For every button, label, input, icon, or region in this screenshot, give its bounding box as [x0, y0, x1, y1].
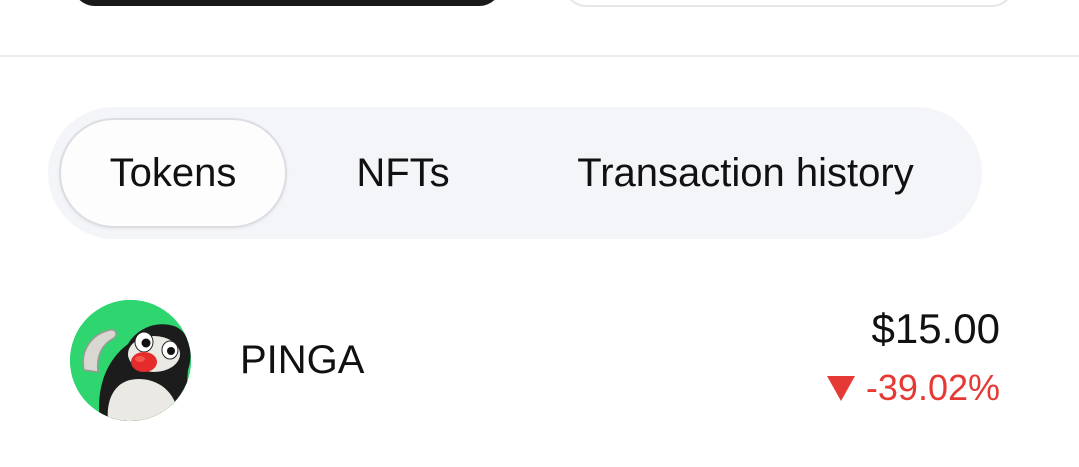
token-name: PINGA [240, 338, 365, 382]
penguin-icon [70, 300, 191, 421]
token-avatar [70, 300, 191, 421]
wallet-page: Tokens NFTs Transaction history PINGA $1… [0, 0, 1079, 467]
primary-action-button[interactable] [72, 0, 502, 6]
triangle-down-icon [826, 376, 855, 401]
token-price: $15.00 [871, 305, 1000, 352]
secondary-action-button[interactable] [563, 0, 1015, 7]
tab-tokens[interactable]: Tokens [59, 118, 287, 228]
divider [0, 55, 1079, 57]
token-change-value: -39.02% [865, 367, 1000, 408]
token-row[interactable]: PINGA $15.00 -39.02% [70, 298, 1005, 422]
tab-nfts[interactable]: NFTs [338, 118, 468, 228]
asset-tabs: Tokens NFTs Transaction history [48, 107, 982, 239]
token-change: -39.02% [826, 366, 1000, 410]
tab-transaction-history[interactable]: Transaction history [548, 118, 943, 228]
